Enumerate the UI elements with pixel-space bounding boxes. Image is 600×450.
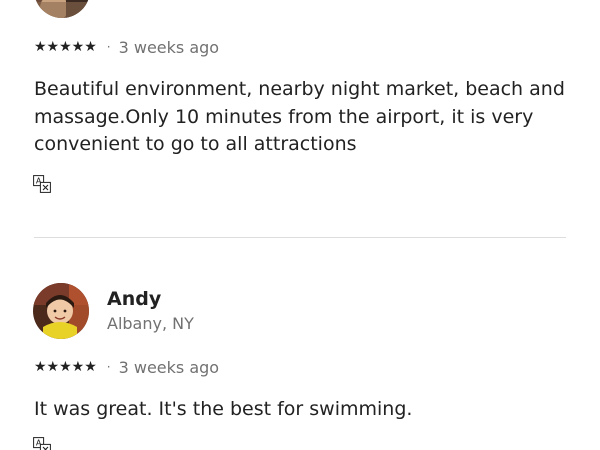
avatar[interactable]: [34, 0, 90, 18]
star-rating: ★★★★★: [34, 39, 97, 55]
separator-dot: ·: [106, 360, 111, 374]
review-date: 3 weeks ago: [118, 37, 220, 57]
rating-row: ★★★★★ · 3 weeks ago: [34, 36, 219, 58]
review-divider: [34, 237, 566, 238]
review-text: It was great. It's the best for swimming…: [34, 398, 413, 420]
review-date: 3 weeks ago: [118, 357, 220, 377]
star-rating: ★★★★★: [34, 359, 97, 375]
translate-icon[interactable]: A: [33, 437, 51, 450]
rating-row: ★★★★★ · 3 weeks ago: [34, 356, 219, 378]
reviewer-name: Andy: [107, 288, 162, 310]
avatar[interactable]: [33, 283, 89, 339]
translate-icon[interactable]: A: [33, 175, 51, 193]
reviewer-location: Albany, NY: [107, 314, 194, 333]
review-text: Beautiful environment, nearby night mark…: [34, 78, 565, 155]
separator-dot: ·: [106, 40, 111, 54]
